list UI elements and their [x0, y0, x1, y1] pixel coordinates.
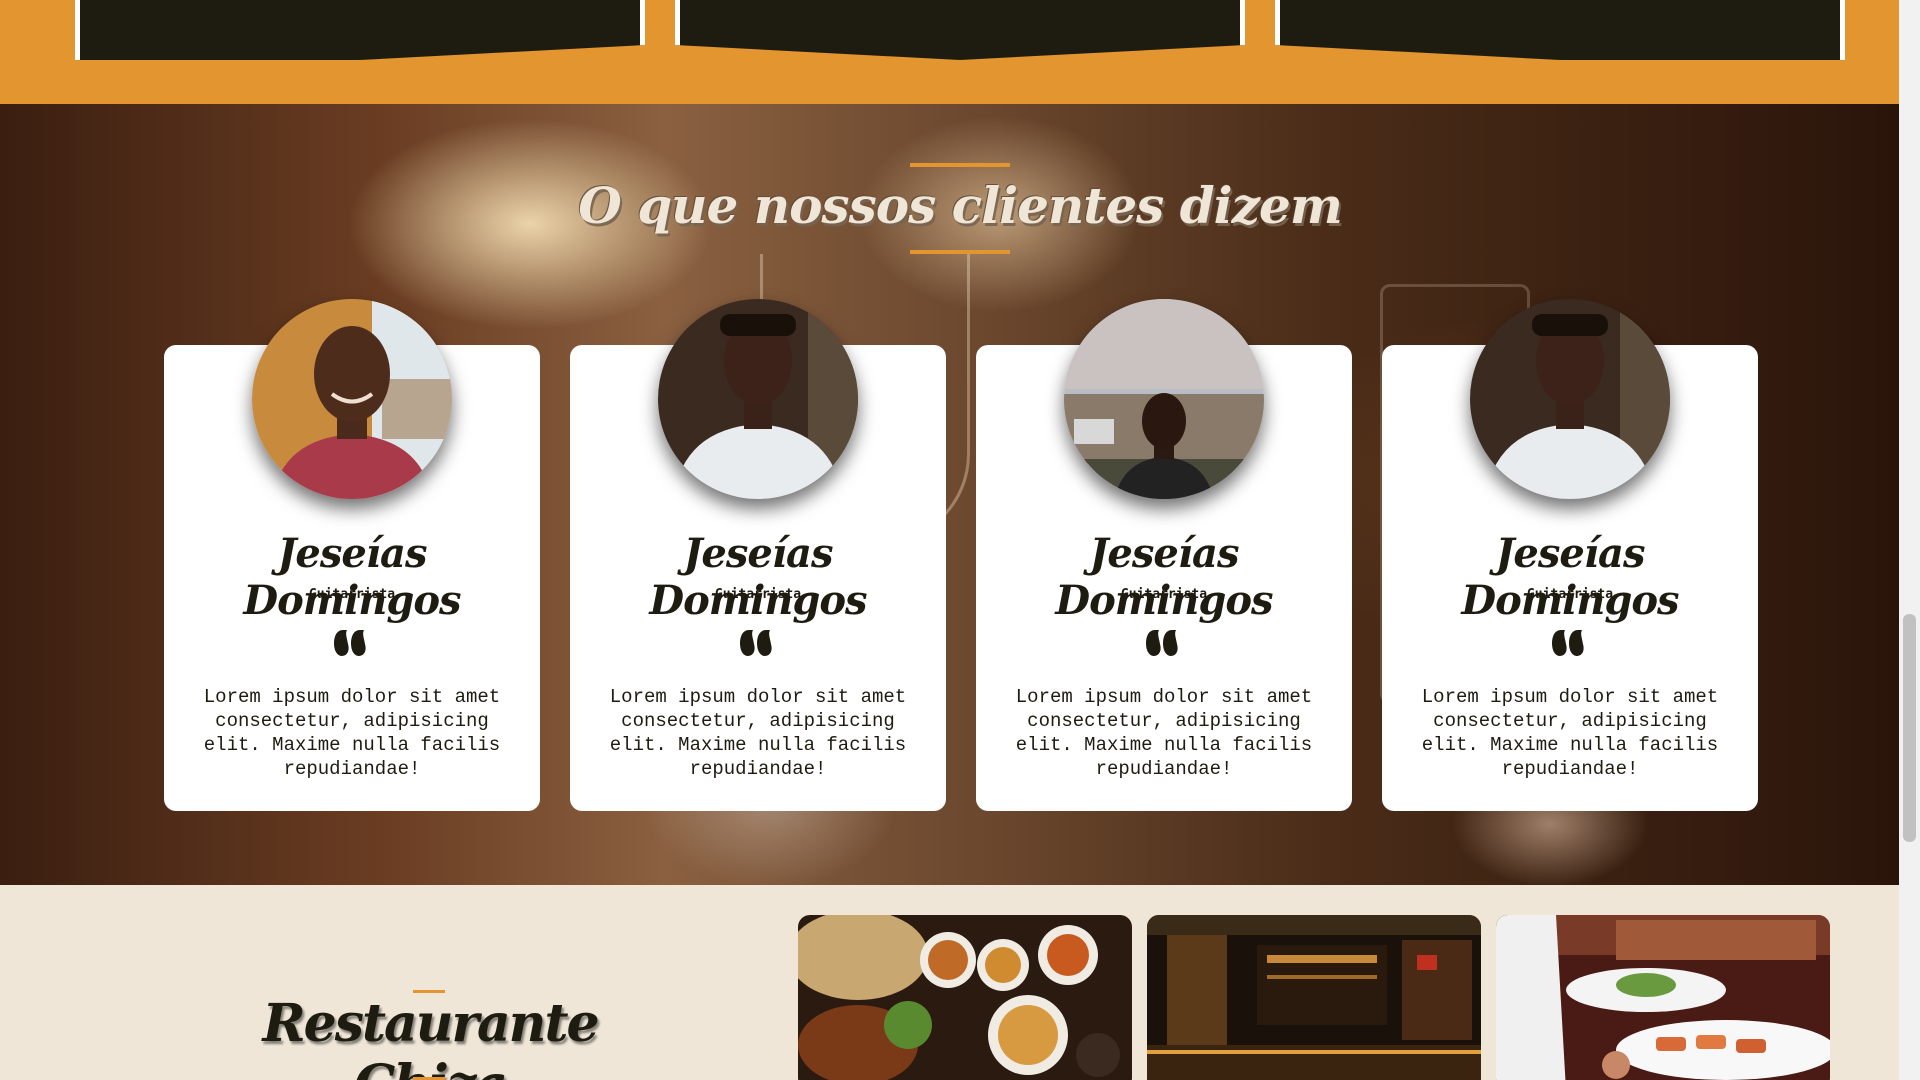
person-name: Jeseías Domingos — [649, 530, 867, 624]
person-photo-sky-icon — [1064, 299, 1264, 499]
plated-food-photo-icon — [1496, 915, 1830, 1080]
person-role: Guitarrista — [714, 587, 802, 602]
scrollbar-thumb[interactable] — [1903, 614, 1916, 842]
avatar — [252, 299, 452, 499]
page-scrollbar[interactable] — [1899, 0, 1920, 1080]
restaurant-title: Restaurante Chiza — [262, 993, 599, 1080]
title-divider-top — [910, 163, 1010, 167]
top-band — [0, 0, 1899, 104]
restaurant-section: Restaurante Chiza — [0, 885, 1899, 1080]
person-role: Guitarrista — [1526, 587, 1614, 602]
testimonial-text: Lorem ipsum dolor sit amet consectetur, … — [1015, 686, 1313, 780]
gallery-image — [798, 915, 1132, 1080]
top-feature-card — [1275, 0, 1845, 60]
testimonial-text: Lorem ipsum dolor sit amet consectetur, … — [203, 686, 501, 780]
testimonial-card: Jeseías Domingos Guitarrista Lorem ipsum… — [1382, 299, 1758, 811]
testimonials-section: O que nossos clientes dizem Jeseías Domi… — [0, 104, 1899, 885]
gallery-image — [1147, 915, 1481, 1080]
testimonial-card: Jeseías Domingos Guitarrista Lorem ipsum… — [570, 299, 946, 811]
section-title: O que nossos clientes dizem — [578, 176, 1343, 235]
person-name: Jeseías Domingos — [243, 530, 461, 624]
person-photo-red-shirt-icon — [252, 299, 452, 499]
quote-icon — [334, 630, 366, 656]
quote-icon — [1146, 630, 1178, 656]
avatar — [658, 299, 858, 499]
person-role: Guitarrista — [308, 587, 396, 602]
avatar — [1064, 299, 1264, 499]
person-name: Jeseías Domingos — [1055, 530, 1273, 624]
person-name: Jeseías Domingos — [1461, 530, 1679, 624]
person-photo-white-tshirt-icon — [1470, 299, 1670, 499]
testimonial-card: Jeseías Domingos Guitarrista Lorem ipsum… — [976, 299, 1352, 811]
person-role: Guitarrista — [1120, 587, 1208, 602]
avatar — [1470, 299, 1670, 499]
top-feature-card — [75, 0, 645, 60]
testimonial-card: Jeseías Domingos Guitarrista Lorem ipsum… — [164, 299, 540, 811]
quote-icon — [1552, 630, 1584, 656]
gallery-image — [1496, 915, 1830, 1080]
restaurant-interior-photo-icon — [1147, 915, 1481, 1080]
person-photo-white-tshirt-icon — [658, 299, 858, 499]
food-dishes-photo-icon — [798, 915, 1132, 1080]
testimonial-text: Lorem ipsum dolor sit amet consectetur, … — [609, 686, 907, 780]
title-divider-bottom — [910, 250, 1010, 254]
testimonial-text: Lorem ipsum dolor sit amet consectetur, … — [1421, 686, 1719, 780]
quote-icon — [740, 630, 772, 656]
top-feature-card — [675, 0, 1245, 60]
